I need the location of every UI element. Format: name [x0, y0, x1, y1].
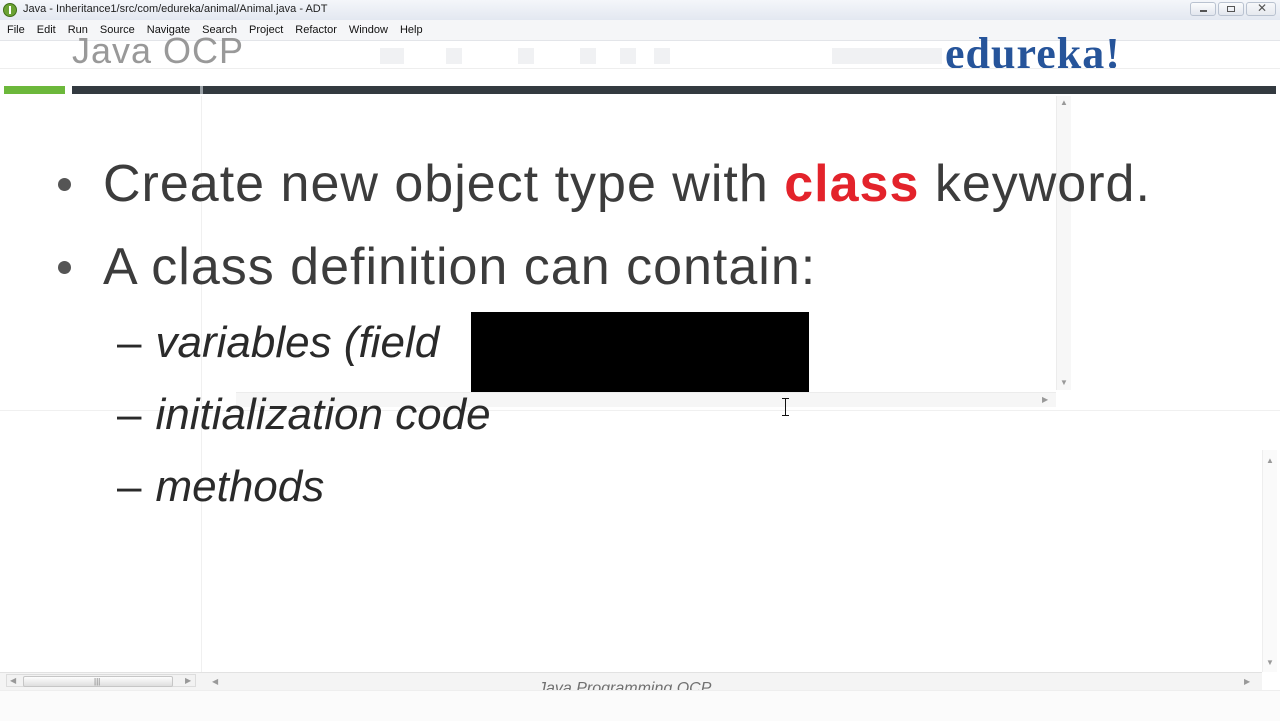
close-button[interactable]: ✕: [1246, 1, 1276, 16]
bullet-text: Create new object type with: [103, 155, 785, 213]
menu-window[interactable]: Window: [342, 20, 393, 40]
faded-toolbar-icon: [580, 48, 596, 64]
editor-vertical-scrollbar[interactable]: ▲ ▼: [1056, 96, 1071, 390]
faded-toolbar-icon: [654, 48, 670, 64]
bullet-text: keyword.: [919, 155, 1151, 213]
menu-edit[interactable]: Edit: [30, 20, 61, 40]
explorer-horizontal-scrollbar[interactable]: ◀ ||| ▶: [6, 674, 196, 687]
faded-toolbar-icon: [446, 48, 462, 64]
header-accent-stripe: [4, 86, 65, 94]
redaction-box: [471, 312, 809, 392]
header-divider: [0, 68, 1280, 69]
dash-marker: –: [117, 462, 142, 511]
sub-item-text: variables (field: [155, 318, 440, 367]
title-bar: Java - Inheritance1/src/com/edureka/anim…: [0, 0, 1280, 21]
menu-file[interactable]: File: [0, 20, 30, 40]
scroll-down-icon[interactable]: ▼: [1266, 658, 1274, 667]
bullet-icon: [58, 261, 71, 274]
restore-icon: [1227, 6, 1235, 12]
slide-header-title: Java OCP: [72, 30, 245, 71]
scroll-right-icon[interactable]: ▶: [185, 676, 191, 685]
faded-toolbar-icon: [620, 48, 636, 64]
pane-separator: [200, 86, 203, 94]
sub-item-text: initialization code: [155, 390, 491, 439]
menu-help[interactable]: Help: [393, 20, 428, 40]
adt-app-icon: [3, 3, 17, 17]
bullet-icon: [58, 178, 71, 191]
scroll-left-icon[interactable]: ◀: [212, 677, 218, 686]
sub-item-initialization: – initialization code: [117, 390, 491, 440]
scroll-right-icon[interactable]: ▶: [1042, 395, 1048, 404]
class-keyword: class: [784, 155, 920, 213]
bullet-text: A class definition can contain:: [103, 238, 817, 296]
dash-marker: –: [117, 390, 142, 439]
scroll-up-icon[interactable]: ▲: [1266, 456, 1274, 465]
window-controls: ✕: [1190, 1, 1276, 16]
menu-refactor[interactable]: Refactor: [288, 20, 342, 40]
faded-toolbar-icon: [380, 48, 404, 64]
faded-toolbar-icon: [518, 48, 534, 64]
menu-project[interactable]: Project: [242, 20, 288, 40]
sub-item-variables: – variables (field: [117, 318, 439, 368]
dash-marker: –: [117, 318, 142, 367]
scroll-right-icon[interactable]: ▶: [1244, 677, 1250, 686]
bullet-line-1: Create new object type with class keywor…: [103, 154, 1151, 214]
header-dark-stripe: [72, 86, 1276, 94]
close-icon: ✕: [1257, 1, 1268, 15]
status-bar: [0, 690, 1280, 721]
brand-logo: edureka!: [945, 29, 1121, 78]
bullet-line-2: A class definition can contain:: [103, 237, 816, 297]
window-title: Java - Inheritance1/src/com/edureka/anim…: [23, 3, 328, 15]
restore-button[interactable]: [1218, 2, 1244, 16]
grip-icon: |||: [94, 677, 101, 686]
scrollbar-thumb[interactable]: |||: [23, 676, 173, 687]
scroll-down-icon[interactable]: ▼: [1060, 378, 1068, 387]
scroll-up-icon[interactable]: ▲: [1060, 98, 1068, 107]
sub-item-methods: – methods: [117, 462, 324, 512]
minimize-button[interactable]: [1190, 2, 1216, 16]
text-cursor-icon: [781, 398, 790, 416]
minimize-icon: [1200, 10, 1207, 12]
faded-toolbar-field: [832, 48, 942, 64]
console-vertical-scrollbar[interactable]: ▲ ▼: [1262, 450, 1277, 672]
sub-item-text: methods: [155, 462, 325, 511]
scroll-left-icon[interactable]: ◀: [10, 676, 16, 685]
